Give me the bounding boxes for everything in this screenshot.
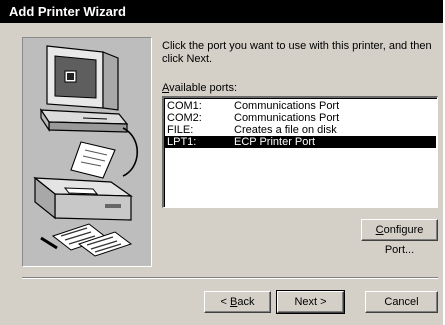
port-row-file[interactable]: FILE: Creates a file on disk	[165, 124, 436, 136]
port-name: LPT1:	[167, 136, 197, 148]
button-separator	[22, 277, 438, 279]
available-ports-listbox[interactable]: COM1: Communications Port COM2: Communic…	[162, 96, 438, 208]
port-row-com2[interactable]: COM2: Communications Port	[165, 112, 436, 124]
port-row-lpt1[interactable]: LPT1: ECP Printer Port	[165, 136, 436, 148]
configure-label: onfigure Port...	[383, 224, 424, 256]
computer-icon	[39, 45, 129, 133]
available-ports-label: Available ports:	[162, 82, 237, 94]
next-button[interactable]: Next >	[276, 290, 345, 314]
ports-label-text: vailable ports:	[169, 82, 238, 94]
port-description: ECP Printer Port	[234, 136, 316, 148]
computer-printer-illustration	[33, 45, 138, 257]
port-name: FILE:	[167, 124, 194, 136]
printer-icon	[33, 141, 133, 221]
wizard-illustration	[22, 37, 152, 267]
port-description: Communications Port	[234, 100, 340, 112]
back-label: ack	[237, 296, 255, 308]
cancel-button[interactable]: Cancel	[365, 291, 438, 313]
configure-accelerator: C	[375, 224, 384, 236]
port-description: Communications Port	[234, 112, 340, 124]
document-pages-icon	[40, 223, 133, 257]
port-name: COM1:	[167, 100, 202, 112]
back-prefix: <	[220, 296, 230, 308]
back-button[interactable]: < Back	[204, 291, 271, 313]
port-name: COM2:	[167, 112, 202, 124]
wizard-instructions: Click the port you want to use with this…	[162, 40, 432, 65]
window-title: Add Printer Wizard	[0, 0, 443, 23]
port-row-com1[interactable]: COM1: Communications Port	[165, 100, 436, 112]
add-printer-wizard-window: Add Printer Wizard Click the port you wa…	[0, 0, 445, 325]
port-description: Creates a file on disk	[234, 124, 337, 136]
configure-port-button[interactable]: Configure Port...	[361, 219, 438, 256]
